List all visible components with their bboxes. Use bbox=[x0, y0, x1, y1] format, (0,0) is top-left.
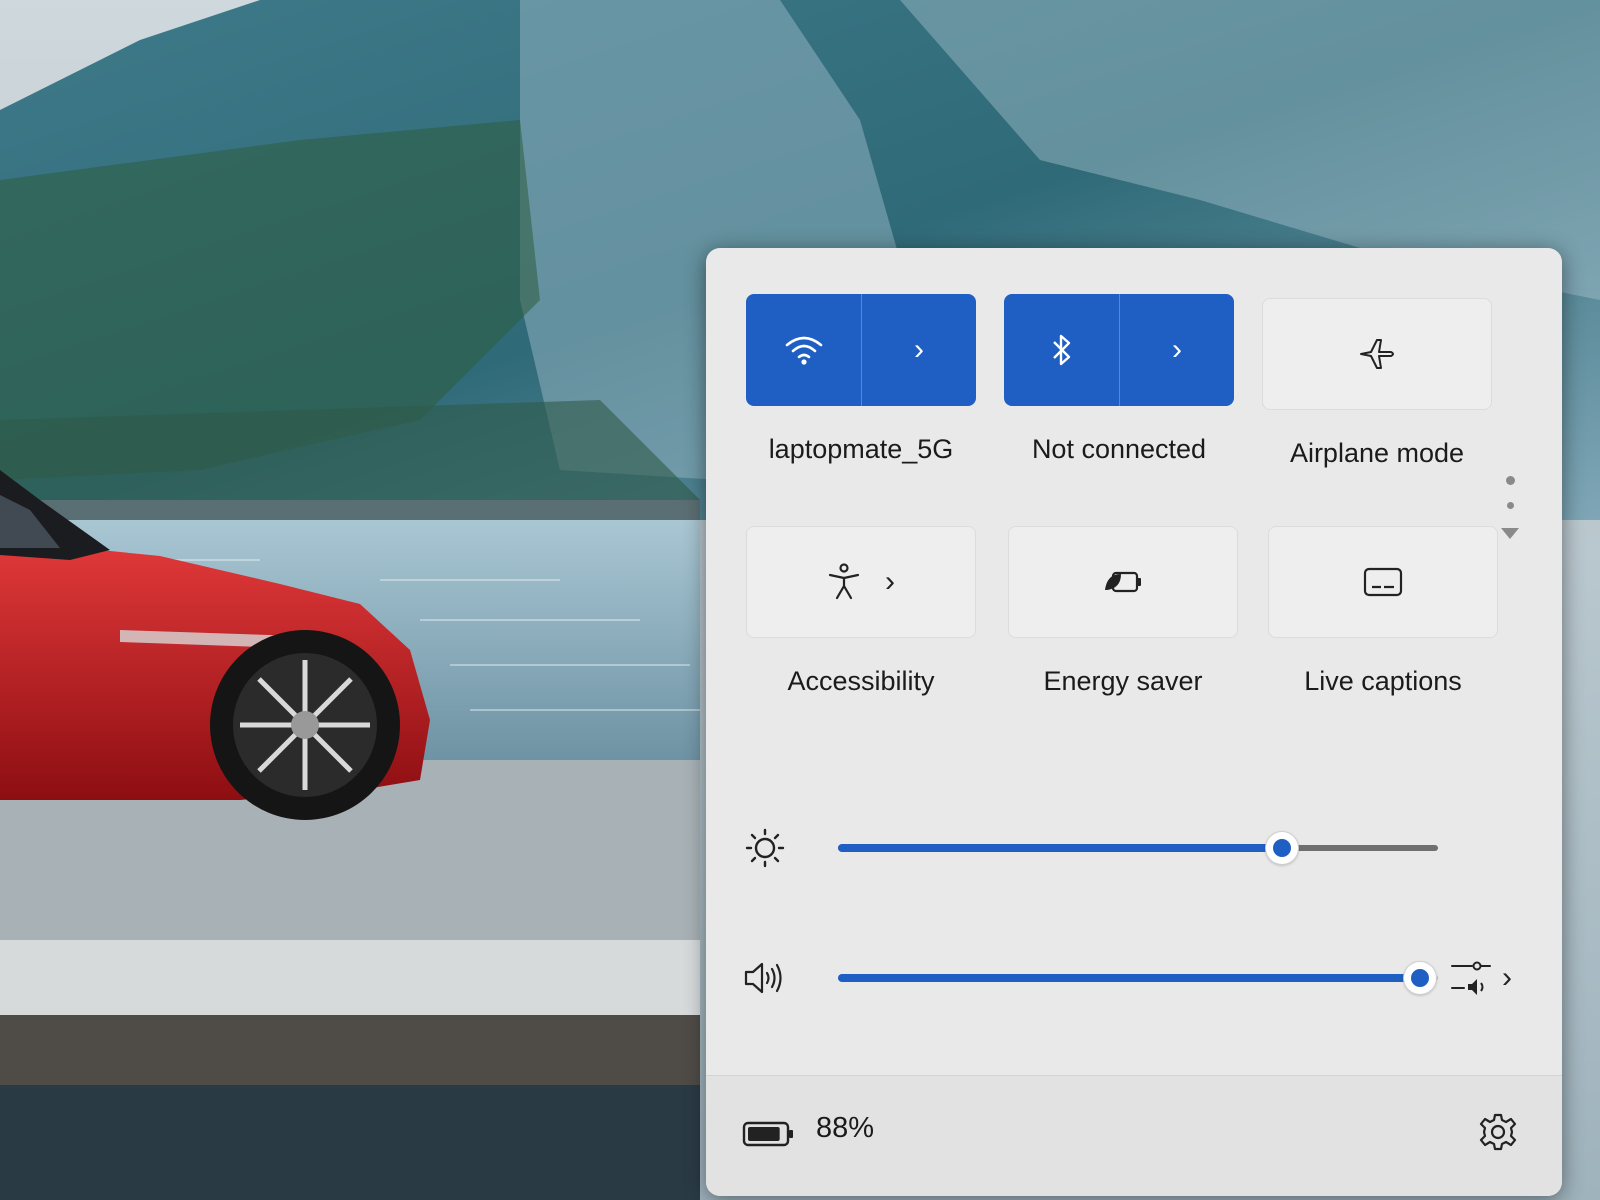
wifi-toggle-button[interactable] bbox=[746, 294, 861, 406]
wifi-toggle[interactable]: › bbox=[746, 294, 976, 406]
chevron-right-icon: › bbox=[885, 565, 895, 598]
wifi-tile-group: › laptopmate_5G bbox=[746, 294, 976, 465]
speaker-icon[interactable] bbox=[742, 958, 788, 998]
wifi-network-label: laptopmate_5G bbox=[768, 434, 954, 464]
energy-saver-label: Energy saver bbox=[1043, 666, 1203, 696]
audio-output-icon bbox=[1451, 961, 1491, 995]
page-dot[interactable] bbox=[1505, 476, 1515, 485]
chevron-right-icon: › bbox=[1502, 961, 1512, 994]
wifi-icon bbox=[785, 336, 822, 365]
volume-slider-thumb[interactable] bbox=[1404, 962, 1436, 994]
energy-saver-icon bbox=[1105, 571, 1141, 593]
wifi-expand-button[interactable]: › bbox=[861, 294, 976, 406]
airplane-mode-label: Airplane mode bbox=[1289, 438, 1465, 468]
chevron-right-icon: › bbox=[914, 333, 924, 366]
accessibility-icon bbox=[828, 563, 860, 600]
energy-saver-toggle[interactable] bbox=[1008, 526, 1238, 638]
live-captions-toggle[interactable] bbox=[1268, 526, 1498, 638]
bluetooth-toggle-button[interactable] bbox=[1004, 294, 1119, 406]
volume-slider-fill bbox=[838, 974, 1420, 982]
brightness-slider-thumb[interactable] bbox=[1266, 832, 1298, 864]
airplane-icon bbox=[1360, 339, 1394, 369]
page-indicator[interactable] bbox=[1500, 476, 1520, 545]
chevron-right-icon: › bbox=[1172, 333, 1182, 366]
battery-icon bbox=[742, 1121, 793, 1147]
quick-settings-footer: 88% bbox=[706, 1075, 1562, 1196]
audio-output-button[interactable]: › bbox=[1450, 958, 1512, 998]
brightness-slider-row bbox=[706, 818, 1562, 878]
airplane-tile-group: Airplane mode bbox=[1262, 298, 1492, 469]
page-dot[interactable] bbox=[1506, 502, 1514, 509]
accessibility-label: Accessibility bbox=[787, 666, 935, 696]
bluetooth-toggle[interactable]: › bbox=[1004, 294, 1234, 406]
settings-button[interactable] bbox=[1478, 1112, 1518, 1157]
accessibility-tile[interactable]: › bbox=[746, 526, 976, 638]
scroll-down-icon[interactable] bbox=[1500, 526, 1520, 540]
bluetooth-tile-group: › Not connected bbox=[1004, 294, 1234, 465]
live-captions-label: Live captions bbox=[1304, 666, 1462, 696]
bluetooth-icon bbox=[1052, 334, 1070, 366]
brightness-icon bbox=[745, 828, 785, 868]
brightness-slider-fill bbox=[838, 844, 1282, 852]
volume-slider-row: › bbox=[706, 948, 1562, 1008]
accessibility-tile-group: › Accessibility bbox=[746, 526, 976, 697]
energy-saver-tile-group: Energy saver bbox=[1008, 526, 1238, 697]
battery-percentage: 88% bbox=[816, 1112, 875, 1144]
gear-icon bbox=[1479, 1113, 1517, 1151]
bluetooth-expand-button[interactable]: › bbox=[1119, 294, 1234, 406]
bluetooth-status-label: Not connected bbox=[1031, 434, 1207, 464]
live-captions-icon bbox=[1363, 567, 1403, 597]
airplane-mode-toggle[interactable] bbox=[1262, 298, 1492, 410]
quick-settings-panel: › laptopmate_5G › Not connected Airplane… bbox=[706, 248, 1562, 1196]
live-captions-tile-group: Live captions bbox=[1268, 526, 1498, 697]
battery-button[interactable] bbox=[742, 1120, 796, 1153]
